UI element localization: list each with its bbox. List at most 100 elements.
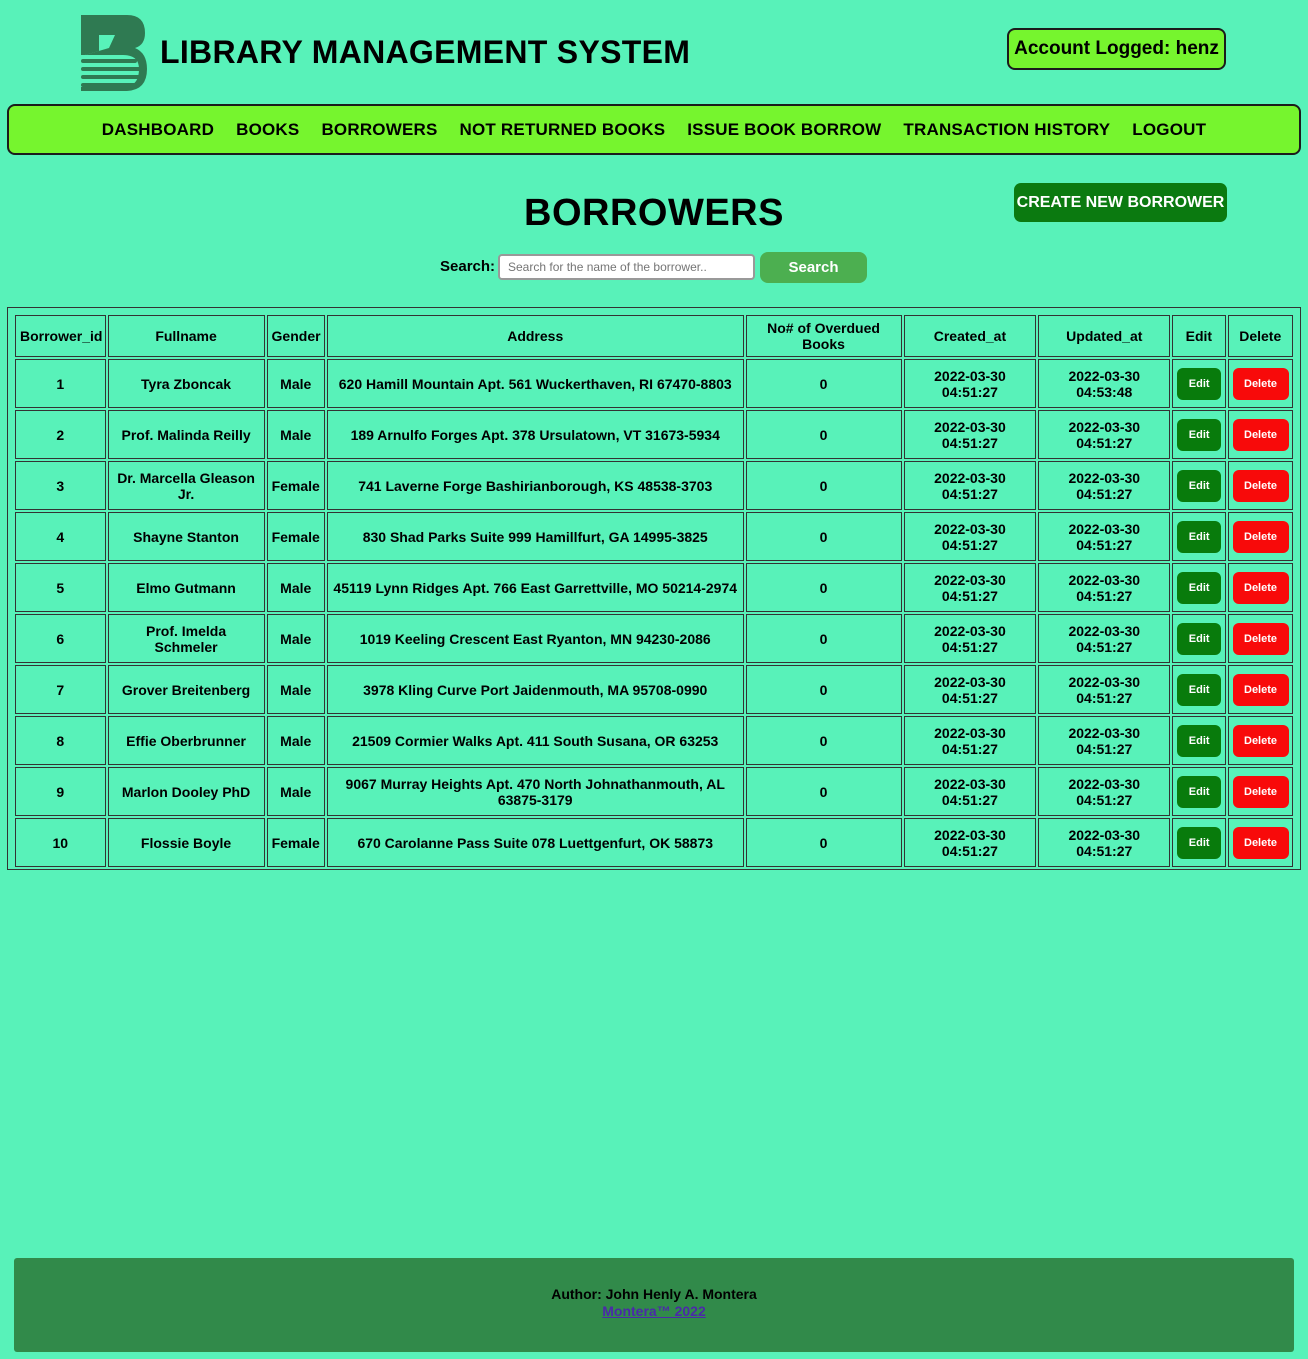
- updated-time: 04:51:27: [1076, 485, 1133, 502]
- edit-button[interactable]: Edit: [1177, 622, 1222, 655]
- cell-borrower-id: 10: [15, 818, 106, 867]
- cell-fullname: Grover Breitenberg: [107, 665, 265, 714]
- delete-button[interactable]: Delete: [1232, 673, 1289, 706]
- cell-delete: Delete: [1227, 767, 1293, 816]
- search-button[interactable]: Search: [760, 252, 867, 283]
- edit-button[interactable]: Edit: [1177, 775, 1222, 808]
- delete-button[interactable]: Delete: [1232, 418, 1289, 451]
- cell-gender: Female: [266, 818, 325, 867]
- nav-dashboard[interactable]: DASHBOARD: [102, 120, 214, 140]
- nav-not-returned-books[interactable]: NOT RETURNED BOOKS: [460, 120, 666, 140]
- cell-edit: Edit: [1172, 359, 1226, 408]
- created-date: 2022-03-30: [934, 673, 1006, 690]
- table-row: 3 Dr. Marcella Gleason Jr. Female 741 Laver…: [15, 461, 1293, 510]
- cell-fullname: Elmo Gutmann: [107, 563, 265, 612]
- delete-button[interactable]: Delete: [1232, 469, 1289, 502]
- cell-created-at: 2022-03-30 04:51:27: [903, 767, 1037, 816]
- edit-button[interactable]: Edit: [1177, 418, 1222, 451]
- delete-button[interactable]: Delete: [1232, 826, 1289, 859]
- nav-transaction-history[interactable]: TRANSACTION HISTORY: [903, 120, 1110, 140]
- cell-delete: Delete: [1227, 461, 1293, 510]
- created-time: 04:51:27: [941, 434, 998, 451]
- cell-overdue-books: 0: [745, 410, 902, 459]
- edit-button[interactable]: Edit: [1177, 469, 1222, 502]
- updated-time: 04:51:27: [1076, 791, 1133, 808]
- nav-books[interactable]: BOOKS: [236, 120, 299, 140]
- footer-link[interactable]: Montera™ 2022: [14, 1303, 1294, 1319]
- edit-button[interactable]: Edit: [1177, 673, 1222, 706]
- footer-author: Author: John Henly A. Montera: [551, 1286, 757, 1302]
- cell-created-at: 2022-03-30 04:51:27: [903, 461, 1037, 510]
- column-header-fullname: Fullname: [107, 315, 265, 357]
- footer: Author: John Henly A. Montera Montera™ 2…: [14, 1258, 1294, 1352]
- updated-date: 2022-03-30: [1068, 367, 1141, 384]
- updated-date: 2022-03-30: [1068, 826, 1141, 843]
- cell-borrower-id: 3: [15, 461, 106, 510]
- edit-button[interactable]: Edit: [1177, 520, 1222, 553]
- updated-date: 2022-03-30: [1068, 571, 1141, 588]
- account-logged-badge: Account Logged: henz: [1007, 28, 1226, 70]
- cell-borrower-id: 9: [15, 767, 106, 816]
- created-time: 04:51:27: [941, 485, 998, 502]
- edit-button[interactable]: Edit: [1177, 367, 1222, 400]
- delete-button[interactable]: Delete: [1232, 571, 1289, 604]
- cell-edit: Edit: [1172, 614, 1226, 663]
- delete-button[interactable]: Delete: [1232, 775, 1289, 808]
- created-date: 2022-03-30: [934, 724, 1006, 741]
- cell-created-at: 2022-03-30 04:51:27: [903, 512, 1037, 561]
- created-time: 04:51:27: [941, 689, 998, 706]
- table-row: 4 Shayne Stanton Female 830 Shad Parks Suit…: [15, 512, 1293, 561]
- cell-address: 670 Carolanne Pass Suite 078 Luettgenfur…: [326, 818, 744, 867]
- column-header-overdue-books: No# of Overdued Books: [745, 315, 902, 357]
- updated-date: 2022-03-30: [1068, 622, 1141, 639]
- table-body: 1 Tyra Zboncak Male 620 Hamill Mountain Apt…: [15, 359, 1293, 867]
- updated-date: 2022-03-30: [1068, 775, 1141, 792]
- cell-fullname: Prof. Malinda Reilly: [107, 410, 265, 459]
- created-time: 04:51:27: [941, 383, 998, 400]
- cell-updated-at: 2022-03-30 04:53:48: [1038, 359, 1171, 408]
- cell-delete: Delete: [1227, 818, 1293, 867]
- column-header-borrower-id: Borrower_id: [15, 315, 106, 357]
- cell-delete: Delete: [1227, 410, 1293, 459]
- updated-time: 04:51:27: [1076, 689, 1133, 706]
- header: LIBRARY MANAGEMENT SYSTEM Account Logged…: [0, 0, 1308, 104]
- cell-delete: Delete: [1227, 512, 1293, 561]
- search-input[interactable]: [498, 254, 755, 280]
- nav-borrowers[interactable]: BORROWERS: [321, 120, 437, 140]
- table-row: 7 Grover Breitenberg Male 3978 Kling Curve …: [15, 665, 1293, 714]
- cell-created-at: 2022-03-30 04:51:27: [903, 563, 1037, 612]
- create-new-borrower-button[interactable]: CREATE NEW BORROWER: [1014, 183, 1227, 222]
- cell-overdue-books: 0: [745, 716, 902, 765]
- book-stack-logo-icon: [81, 15, 147, 91]
- cell-gender: Male: [266, 563, 325, 612]
- nav-logout[interactable]: LOGOUT: [1132, 120, 1206, 140]
- cell-gender: Male: [266, 767, 325, 816]
- delete-button[interactable]: Delete: [1232, 724, 1289, 757]
- edit-button[interactable]: Edit: [1177, 826, 1222, 859]
- cell-updated-at: 2022-03-30 04:51:27: [1038, 461, 1171, 510]
- updated-date: 2022-03-30: [1068, 418, 1141, 435]
- edit-button[interactable]: Edit: [1177, 571, 1222, 604]
- cell-fullname: Dr. Marcella Gleason Jr.: [107, 461, 265, 510]
- table-header-row: Borrower_id Fullname Gender Address No# …: [15, 315, 1293, 357]
- created-time: 04:51:27: [941, 587, 998, 604]
- main-nav: DASHBOARD BOOKS BORROWERS NOT RETURNED B…: [7, 104, 1301, 155]
- edit-button[interactable]: Edit: [1177, 724, 1222, 757]
- cell-gender: Male: [266, 716, 325, 765]
- nav-issue-book-borrow[interactable]: ISSUE BOOK BORROW: [687, 120, 881, 140]
- created-date: 2022-03-30: [934, 367, 1006, 384]
- cell-overdue-books: 0: [745, 767, 902, 816]
- table-row: 10 Flossie Boyle Female 670 Carolanne Pass …: [15, 818, 1293, 867]
- cell-delete: Delete: [1227, 716, 1293, 765]
- search-bar: Search: Search: [0, 251, 1308, 283]
- borrowers-table: Borrower_id Fullname Gender Address No# …: [13, 313, 1295, 869]
- delete-button[interactable]: Delete: [1232, 520, 1289, 553]
- cell-borrower-id: 4: [15, 512, 106, 561]
- cell-overdue-books: 0: [745, 359, 902, 408]
- updated-time: 04:51:27: [1076, 638, 1133, 655]
- cell-fullname: Tyra Zboncak: [107, 359, 265, 408]
- cell-updated-at: 2022-03-30 04:51:27: [1038, 767, 1171, 816]
- delete-button[interactable]: Delete: [1232, 622, 1289, 655]
- cell-fullname: Shayne Stanton: [107, 512, 265, 561]
- delete-button[interactable]: Delete: [1232, 367, 1289, 400]
